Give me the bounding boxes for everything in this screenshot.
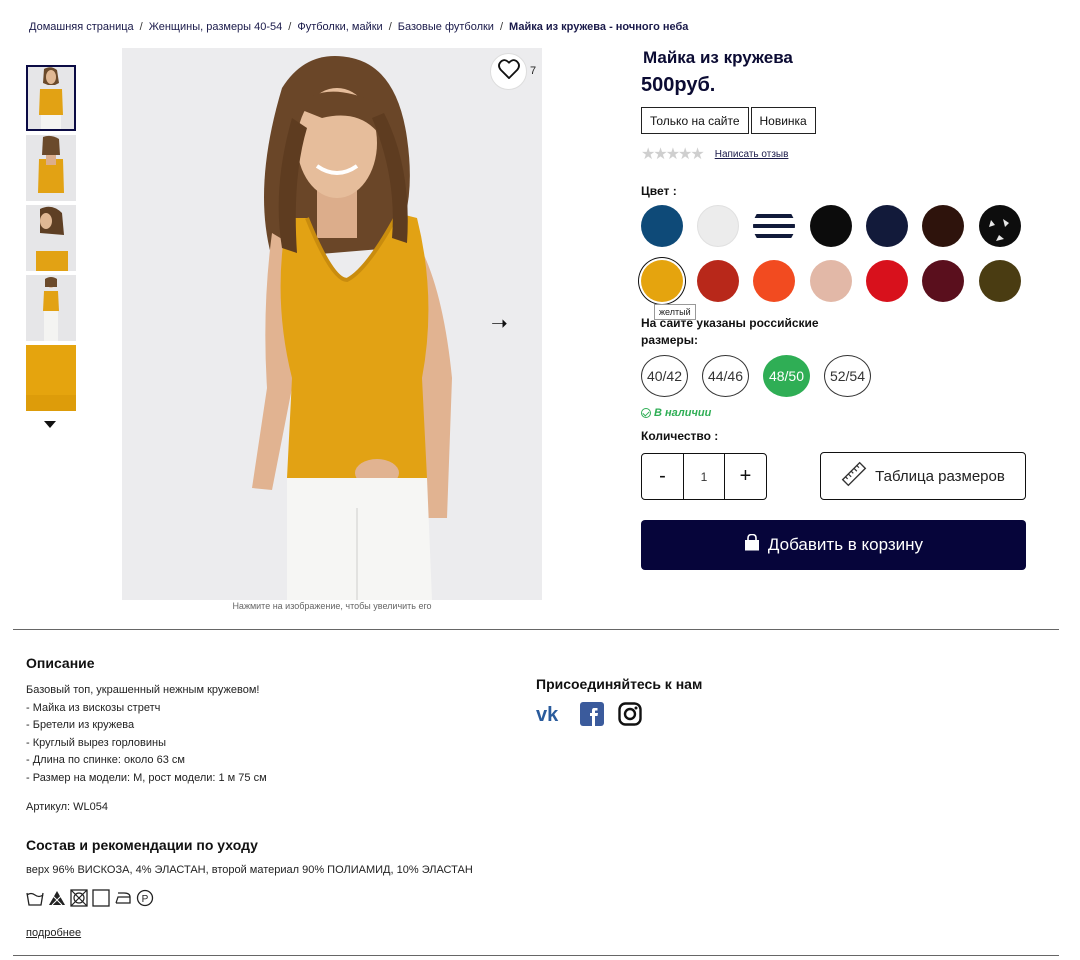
stock-text: В наличии (654, 407, 712, 419)
quantity-stepper: - 1 + (641, 453, 767, 500)
product-main-image[interactable] (122, 48, 542, 600)
description-line: - Бретели из кружева (26, 719, 135, 732)
size-table-label: Таблица размеров (875, 467, 1005, 485)
size-option-40-42[interactable]: 40/42 (641, 355, 688, 397)
color-swatch-blue[interactable] (641, 205, 683, 247)
no-bleach-icon (48, 889, 66, 907)
breadcrumb-tshirts[interactable]: Футболки, майки (297, 21, 382, 33)
social-links: vk (536, 702, 656, 731)
favorite-count: 7 (530, 65, 537, 77)
color-swatch-rust[interactable] (697, 260, 739, 302)
iron-icon (114, 889, 132, 907)
color-label: Цвет : (641, 184, 677, 198)
breadcrumb: Домашняя страница / Женщины, размеры 40-54… (29, 21, 688, 33)
breadcrumb-current: Майка из кружева - ночного неба (509, 21, 689, 33)
product-title: Майка из кружева (643, 48, 793, 67)
color-swatch-red[interactable] (866, 260, 908, 302)
rating-stars: ★★★★★ (641, 146, 705, 163)
add-to-cart-label: Добавить в корзину (767, 535, 924, 554)
badge-new: Новинка (750, 107, 816, 134)
thumbnail-back[interactable] (26, 135, 76, 201)
thumbnail-side[interactable] (26, 205, 76, 271)
color-swatch-blush[interactable] (810, 260, 852, 302)
color-swatch-burgundy[interactable] (922, 260, 964, 302)
write-review-link[interactable]: Написать отзыв (715, 149, 789, 160)
quantity-decrease-button[interactable]: - (642, 454, 683, 499)
product-price: 500руб. (641, 74, 716, 96)
svg-text:P: P (142, 894, 149, 905)
description-line: Базовый топ, украшенный нежным кружевом! (26, 684, 260, 696)
quantity-label: Количество : (641, 429, 719, 443)
breadcrumb-basic-tshirts[interactable]: Базовые футболки (398, 21, 494, 33)
color-tooltip: желтый (654, 304, 696, 320)
size-table-button[interactable]: Таблица размеров (820, 452, 1026, 500)
color-swatch-black[interactable] (810, 205, 852, 247)
dry-flat-icon (92, 889, 110, 907)
favorite-button[interactable] (490, 53, 527, 90)
social-title: Присоединяйтесь к нам (536, 676, 703, 692)
color-swatch-black-print[interactable] (979, 205, 1021, 247)
rating: ★★★★★ Написать отзыв (641, 144, 788, 164)
next-image-arrow-icon[interactable]: ➝ (491, 311, 508, 336)
breadcrumb-women[interactable]: Женщины, размеры 40-54 (149, 21, 283, 33)
thumbnail-fabric[interactable] (26, 345, 76, 411)
quantity-value[interactable]: 1 (683, 454, 725, 499)
badge-list: Только на сайте Новинка (641, 107, 818, 134)
quantity-increase-button[interactable]: + (725, 454, 766, 499)
facebook-icon[interactable] (580, 702, 604, 731)
description-line: - Майка из вискозы стретч (26, 701, 161, 714)
check-circle-icon (641, 408, 651, 418)
divider (13, 629, 1059, 630)
no-tumble-dry-icon (70, 889, 88, 907)
wash-30-icon (26, 889, 44, 907)
thumbnail-front[interactable] (26, 65, 76, 131)
color-swatch-yellow[interactable] (641, 260, 683, 302)
color-swatch-navy[interactable] (866, 205, 908, 247)
color-swatch-white[interactable] (697, 205, 739, 247)
color-swatch-stripes[interactable] (753, 205, 795, 247)
breadcrumb-separator: / (499, 21, 504, 33)
thumbnails-scroll-down-icon[interactable] (44, 421, 56, 428)
color-swatch-brown[interactable] (922, 205, 964, 247)
size-note: На сайте указаны российские размеры: (641, 316, 819, 347)
breadcrumb-home[interactable]: Домашняя страница (29, 21, 134, 33)
thumbnail-full[interactable] (26, 275, 76, 341)
breadcrumb-separator: / (139, 21, 143, 33)
heart-icon (497, 59, 520, 84)
description-line: - Размер на модели: M, рост модели: 1 м … (26, 771, 267, 784)
ruler-icon (841, 461, 875, 491)
size-option-44-46[interactable]: 44/46 (702, 355, 749, 397)
description-title: Описание (26, 655, 95, 671)
color-swatch-orange[interactable] (753, 260, 795, 302)
professional-clean-icon: P (136, 889, 154, 907)
care-icon-list: P (26, 889, 158, 907)
product-sku: Артикул: WL054 (26, 801, 108, 813)
description-line: - Длина по спинке: около 63 см (26, 754, 185, 767)
shopping-bag-icon (744, 533, 768, 556)
svg-text:vk: vk (536, 705, 559, 723)
composition-text: верх 96% ВИСКОЗА, 4% ЭЛАСТАН, второй мат… (26, 864, 473, 876)
description-line: - Круглый вырез горловины (26, 736, 167, 749)
composition-title: Состав и рекомендации по уходу (26, 837, 258, 853)
divider (13, 955, 1059, 956)
vk-icon[interactable]: vk (536, 704, 566, 728)
more-details-link[interactable]: подробнее (26, 927, 81, 939)
instagram-icon[interactable] (618, 702, 642, 731)
breadcrumb-separator: / (388, 21, 392, 33)
badge-online-only: Только на сайте (641, 107, 749, 134)
color-swatch-khaki[interactable] (979, 260, 1021, 302)
zoom-hint: Нажмите на изображение, чтобы увеличить … (232, 601, 432, 611)
stock-status: В наличии (641, 407, 711, 419)
thumbnail-list (26, 65, 76, 415)
size-option-52-54[interactable]: 52/54 (824, 355, 871, 397)
size-option-48-50[interactable]: 48/50 (763, 355, 810, 397)
description-list: Базовый топ, украшенный нежным кружевом!… (26, 682, 267, 788)
add-to-cart-button[interactable]: Добавить в корзину (641, 520, 1026, 570)
breadcrumb-separator: / (288, 21, 292, 33)
